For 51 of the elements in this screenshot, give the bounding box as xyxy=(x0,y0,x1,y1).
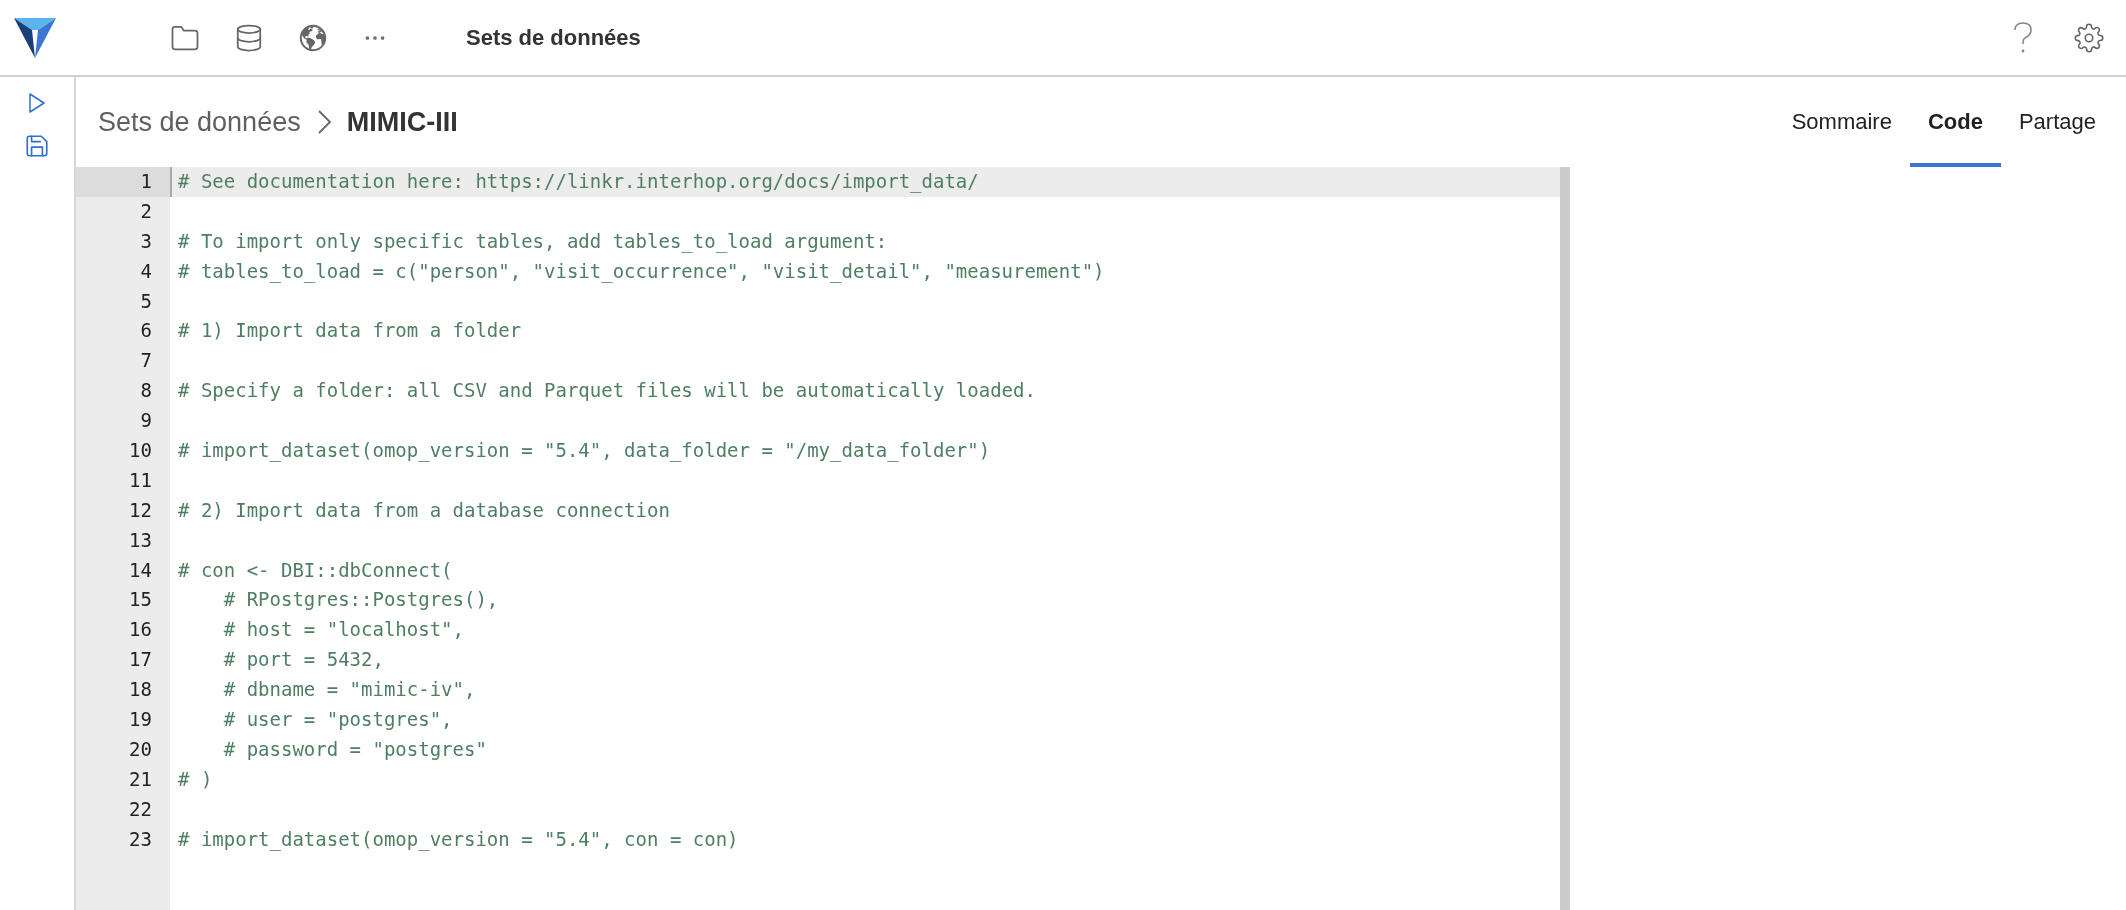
line-number: 23 xyxy=(128,826,153,852)
line-number: 11 xyxy=(128,467,153,493)
line-number: 15 xyxy=(128,587,153,613)
tab[interactable]: Partage xyxy=(2000,77,2114,167)
code-line: # port = 5432, xyxy=(222,648,384,671)
code-line: # ) xyxy=(178,767,213,790)
code-line: # To import only specific tables, add tables_to_load argument: xyxy=(178,229,888,252)
line-number: 9 xyxy=(139,408,153,434)
line-number: 4 xyxy=(139,258,153,284)
line-number: 16 xyxy=(128,617,153,643)
line-number: 3 xyxy=(139,228,153,254)
line-number: 14 xyxy=(128,557,153,583)
line-number: 21 xyxy=(128,766,153,792)
code-line: # import_dataset(omop_version = "5.4", con = con) xyxy=(178,827,739,850)
save-icon[interactable] xyxy=(24,133,50,159)
line-number: 7 xyxy=(139,348,153,374)
breadcrumb-current: MIMIC-III xyxy=(346,106,458,138)
code-line: # host = "localhost", xyxy=(222,618,464,641)
code-line: # 2) Import data from a database connection xyxy=(178,498,670,521)
breadcrumb-link[interactable]: Sets de données xyxy=(98,106,301,138)
code-line: # dbname = "mimic-iv", xyxy=(222,678,476,701)
tab[interactable]: Sommaire xyxy=(1773,77,1910,167)
line-number: 12 xyxy=(128,497,153,523)
line-number: 8 xyxy=(139,378,153,404)
line-number: 5 xyxy=(139,288,153,314)
code-line: # 1) Import data from a folder xyxy=(178,319,522,342)
code-line: # password = "postgres" xyxy=(222,737,487,760)
line-number: 10 xyxy=(128,438,153,463)
line-number: 1 xyxy=(76,167,170,197)
code-line: # See documentation here: https://linkr.interhop.org/docs/import_data/ xyxy=(178,170,979,192)
line-number: 6 xyxy=(139,318,153,344)
code-line: # Specify a folder: all CSV and Parquet files will be automatically loaded. xyxy=(178,379,1036,402)
help-icon[interactable] xyxy=(2012,20,2034,55)
code-line: # RPostgres::Postgres(), xyxy=(222,588,499,611)
line-number: 2 xyxy=(139,198,153,224)
code-line: # import_dataset(omop_version = "5.4", data_folder = "/my_data_folder") xyxy=(178,439,991,461)
line-number: 17 xyxy=(128,647,153,673)
code-line: # user = "postgres", xyxy=(222,708,453,731)
line-number: 13 xyxy=(128,527,153,553)
settings-icon[interactable] xyxy=(2074,22,2104,53)
line-number: 19 xyxy=(128,707,153,733)
logo-icon xyxy=(12,15,58,60)
line-number: 22 xyxy=(128,796,153,822)
tab[interactable]: Code xyxy=(1909,77,2001,167)
code-line: # con <- DBI::dbConnect( xyxy=(178,558,453,581)
code-line: # tables_to_load = c("person", "visit_occurrence", "visit_detail", "measurement") xyxy=(178,259,1105,282)
globe-icon[interactable] xyxy=(298,22,328,53)
database-icon[interactable] xyxy=(234,22,264,53)
line-number: 20 xyxy=(128,736,153,762)
line-number: 18 xyxy=(128,677,153,703)
page-title: Sets de données xyxy=(466,24,641,51)
